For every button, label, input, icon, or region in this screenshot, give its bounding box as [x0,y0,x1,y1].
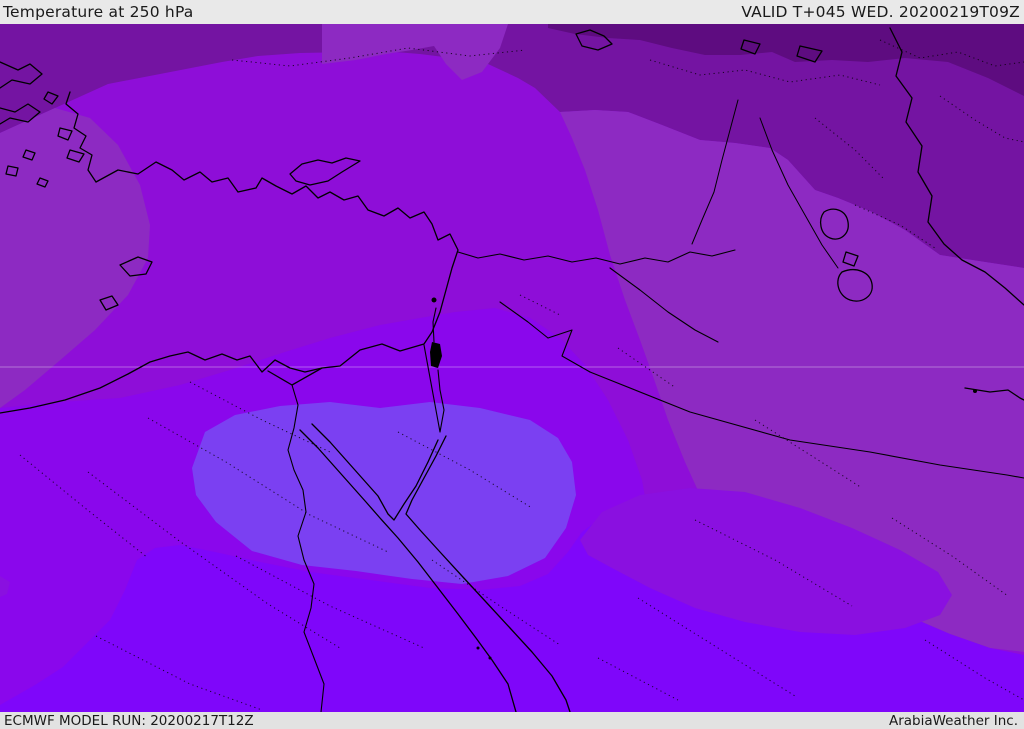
weather-map-container [0,24,1024,712]
weather-map [0,24,1024,712]
header-bar: Temperature at 250 hPa VALID T+045 WED. … [0,0,1024,24]
map-title: Temperature at 250 hPa [3,3,194,21]
red-sea-island [488,656,492,660]
footer-bar: ECMWF MODEL RUN: 20200217T12Z ArabiaWeat… [0,712,1024,729]
red-sea-island [476,646,480,650]
sea-of-galilee [431,297,437,303]
attribution-label: ArabiaWeather Inc. [888,712,1018,729]
valid-time-label: VALID T+045 WED. 20200219T09Z [741,3,1020,21]
gulf-islet [973,389,977,393]
model-run-label: ECMWF MODEL RUN: 20200217T12Z [4,712,254,729]
